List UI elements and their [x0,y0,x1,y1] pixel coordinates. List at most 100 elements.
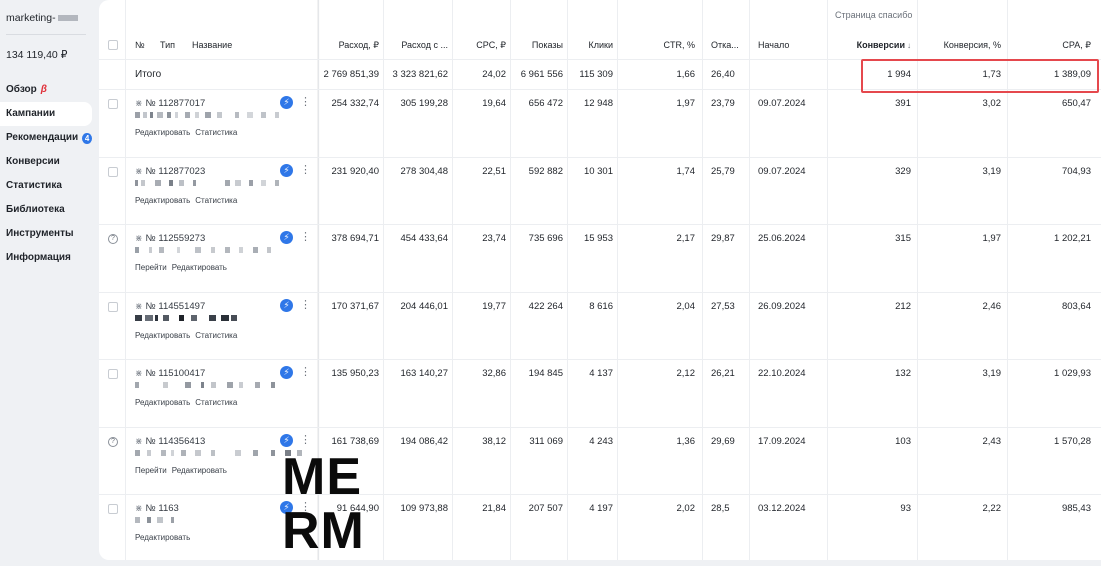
more-actions-icon[interactable]: ⋮ [300,97,311,108]
more-actions-icon[interactable]: ⋮ [300,367,311,378]
help-question-icon[interactable]: ? [108,437,118,447]
campaign-action-link[interactable]: Редактировать [135,196,190,205]
redaction-pixel [143,112,147,118]
more-actions-icon[interactable]: ⋮ [300,232,311,243]
nav-item-label: Кампании [6,108,56,119]
campaign-action-link[interactable]: Редактировать [172,263,227,272]
campaign-name-redacted [135,515,305,525]
more-actions-icon[interactable]: ⋮ [300,165,311,176]
redaction-pixel [150,112,153,118]
campaign-id[interactable]: ⋇ № 114356413 [135,436,205,447]
nav-item-info[interactable]: Информация [0,246,92,270]
more-actions-icon[interactable]: ⋮ [300,435,311,446]
header-name[interactable]: Название [192,30,252,60]
redaction-pixel [221,315,229,321]
campaign-action-link[interactable]: Перейти [135,263,167,272]
autotargeting-bolt-icon[interactable]: ⚡ [280,96,293,109]
campaign-number: № 114551497 [145,301,206,312]
autotargeting-bolt-icon[interactable]: ⚡ [280,299,293,312]
header-cpa[interactable]: CPA, ₽ [1011,30,1091,60]
header-cpc[interactable]: CPC, ₽ [456,30,506,60]
autotargeting-bolt-icon[interactable]: ⚡ [280,434,293,447]
campaign-action-link[interactable]: Редактировать [135,398,190,407]
nav-item-overview[interactable]: Обзор β [0,78,92,102]
header-impressions[interactable]: Показы [514,30,563,60]
nav-item-label: Обзор [6,84,37,95]
strategy-icon: ⋇ [135,301,143,311]
redaction-pixel [181,450,186,456]
more-actions-icon[interactable]: ⋮ [300,300,311,311]
redaction-pixel [211,247,215,253]
redaction-pixel [135,517,140,523]
nav-item-campaigns[interactable]: Кампании [0,102,92,126]
header-num[interactable]: № [135,30,155,60]
campaign-actions: Редактировать Статистика [135,128,237,137]
total-cpc: 24,02 [482,69,506,80]
row-cpa: 650,47 [1061,98,1091,109]
row-clicks: 10 301 [583,166,613,177]
campaign-action-link[interactable]: Редактировать [135,533,190,542]
header-type[interactable]: Тип [160,30,186,60]
campaign-number: № 112877017 [145,98,206,109]
nav-item-recommendations[interactable]: Рекомендации 4 [0,126,92,150]
nav-item-label: Библиотека [6,204,65,215]
redaction-pixel [179,180,184,186]
campaign-action-link[interactable]: Статистика [195,331,237,340]
autotargeting-bolt-icon[interactable]: ⚡ [280,231,293,244]
header-spend-vat[interactable]: Расход с ... [387,30,448,60]
column-divider [452,0,453,560]
total-spend: 2 769 851,39 [323,69,379,80]
campaign-action-link[interactable]: Статистика [195,196,237,205]
autotargeting-bolt-icon[interactable]: ⚡ [280,164,293,177]
select-all-checkbox[interactable] [108,40,118,50]
row-checkbox[interactable] [108,167,118,177]
nav-item-library[interactable]: Библиотека [0,198,92,222]
header-bounce[interactable]: Отка... [711,30,747,60]
row-impressions: 194 845 [528,368,563,379]
campaign-action-link[interactable]: Перейти [135,466,167,475]
row-spend: 170 371,67 [331,301,379,312]
row-conversions: 132 [895,368,911,379]
redaction-pixel [135,450,140,456]
row-checkbox[interactable] [108,302,118,312]
campaign-id[interactable]: ⋇ № 114551497 [135,301,205,312]
campaign-action-link[interactable]: Статистика [195,398,237,407]
redaction-pixel [195,112,199,118]
help-question-icon[interactable]: ? [108,234,118,244]
campaign-action-link[interactable]: Редактировать [172,466,227,475]
row-checkbox[interactable] [108,99,118,109]
account-switcher[interactable]: marketing- [6,12,78,24]
nav-item-label: Статистика [6,180,62,191]
autotargeting-bolt-icon[interactable]: ⚡ [280,366,293,379]
header-clicks[interactable]: Клики [571,30,614,60]
redaction-pixel [177,247,180,253]
header-ctr[interactable]: CTR, % [621,30,696,60]
header-spend[interactable]: Расход, ₽ [321,30,379,60]
campaign-id[interactable]: ⋇ № 1163 [135,503,179,514]
row-checkbox[interactable] [108,369,118,379]
header-start-date[interactable]: Начало [758,30,822,60]
row-divider [99,359,1101,360]
strategy-icon: ⋇ [135,98,143,108]
campaign-id[interactable]: ⋇ № 112877023 [135,166,205,177]
row-checkbox[interactable] [108,504,118,514]
header-conversions[interactable]: Конверсии ↓ [831,30,911,60]
row-ctr: 2,04 [676,301,696,312]
campaign-id[interactable]: ⋇ № 112559273 [135,233,205,244]
campaign-action-link[interactable]: Редактировать [135,128,190,137]
column-divider [702,0,703,560]
row-clicks: 12 948 [583,98,613,109]
row-spend-vat: 194 086,42 [400,436,448,447]
nav-item-conversions[interactable]: Конверсии [0,150,92,174]
total-spend-vat: 3 323 821,62 [392,69,448,80]
campaign-id[interactable]: ⋇ № 112877017 [135,98,205,109]
campaign-id[interactable]: ⋇ № 115100417 [135,368,205,379]
recommendations-count-badge: 4 [82,132,92,144]
header-conversion-rate[interactable]: Конверсия, % [921,30,1001,60]
campaign-name-redacted [135,380,305,390]
nav-item-statistics[interactable]: Статистика [0,174,92,198]
sort-desc-icon: ↓ [907,40,911,50]
campaign-action-link[interactable]: Статистика [195,128,237,137]
nav-item-tools[interactable]: Инструменты [0,222,92,246]
campaign-action-link[interactable]: Редактировать [135,331,190,340]
